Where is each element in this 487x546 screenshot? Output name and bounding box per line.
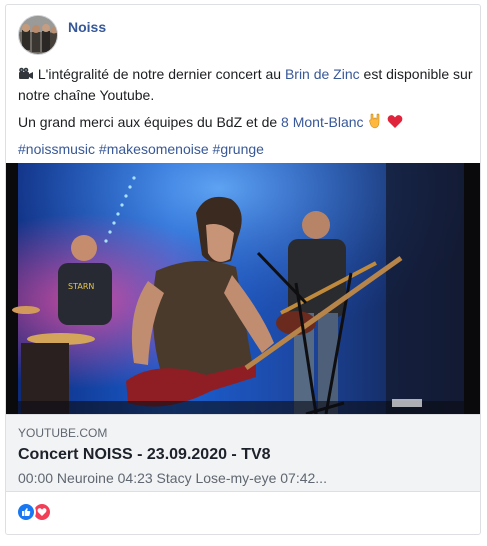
like-reaction-icon[interactable] xyxy=(16,502,36,522)
venue-link[interactable]: Brin de Zinc xyxy=(285,66,360,82)
post-intro-text: L'intégralité de notre dernier concert a… xyxy=(37,66,282,82)
hashtag-link[interactable]: #grunge xyxy=(213,141,264,157)
rock-hand-icon xyxy=(367,113,383,134)
svg-text:STARN: STARN xyxy=(68,282,94,291)
tv-link[interactable]: 8 Mont-Blanc xyxy=(281,114,363,130)
hashtags: #noissmusic #makesomenoise #grunge xyxy=(18,140,473,159)
post-text: L'intégralité de notre dernier concert a… xyxy=(18,65,473,159)
link-domain: YOUTUBE.COM xyxy=(18,426,108,440)
avatar-image xyxy=(19,16,57,54)
post-header: Noiss xyxy=(18,15,106,57)
link-title[interactable]: Concert NOISS - 23.09.2020 - TV8 xyxy=(18,445,468,465)
hashtag-link[interactable]: #noissmusic xyxy=(18,141,95,157)
link-preview[interactable]: YOUTUBE.COM Concert NOISS - 23.09.2020 -… xyxy=(6,414,480,492)
post-line-thanks: Un grand merci aux équipes du BdZ et de … xyxy=(18,113,473,134)
movie-camera-icon xyxy=(18,67,34,86)
video-thumbnail[interactable]: STARN xyxy=(6,163,480,414)
post-line-announcement: L'intégralité de notre dernier concert a… xyxy=(18,65,473,105)
link-description: 00:00 Neuroine 04:23 Stacy Lose-my-eye 0… xyxy=(18,470,327,486)
reactions-bar[interactable] xyxy=(16,502,52,522)
avatar[interactable] xyxy=(18,15,58,55)
concert-photo: STARN xyxy=(6,163,480,414)
author-name[interactable]: Noiss xyxy=(68,19,106,35)
post-thanks-text: Un grand merci aux équipes du BdZ et de xyxy=(18,114,278,130)
facebook-post: Noiss L'intégralité de notre dernier con… xyxy=(5,4,481,535)
hashtag-link[interactable]: #makesomenoise xyxy=(99,141,209,157)
red-heart-icon xyxy=(387,114,403,134)
